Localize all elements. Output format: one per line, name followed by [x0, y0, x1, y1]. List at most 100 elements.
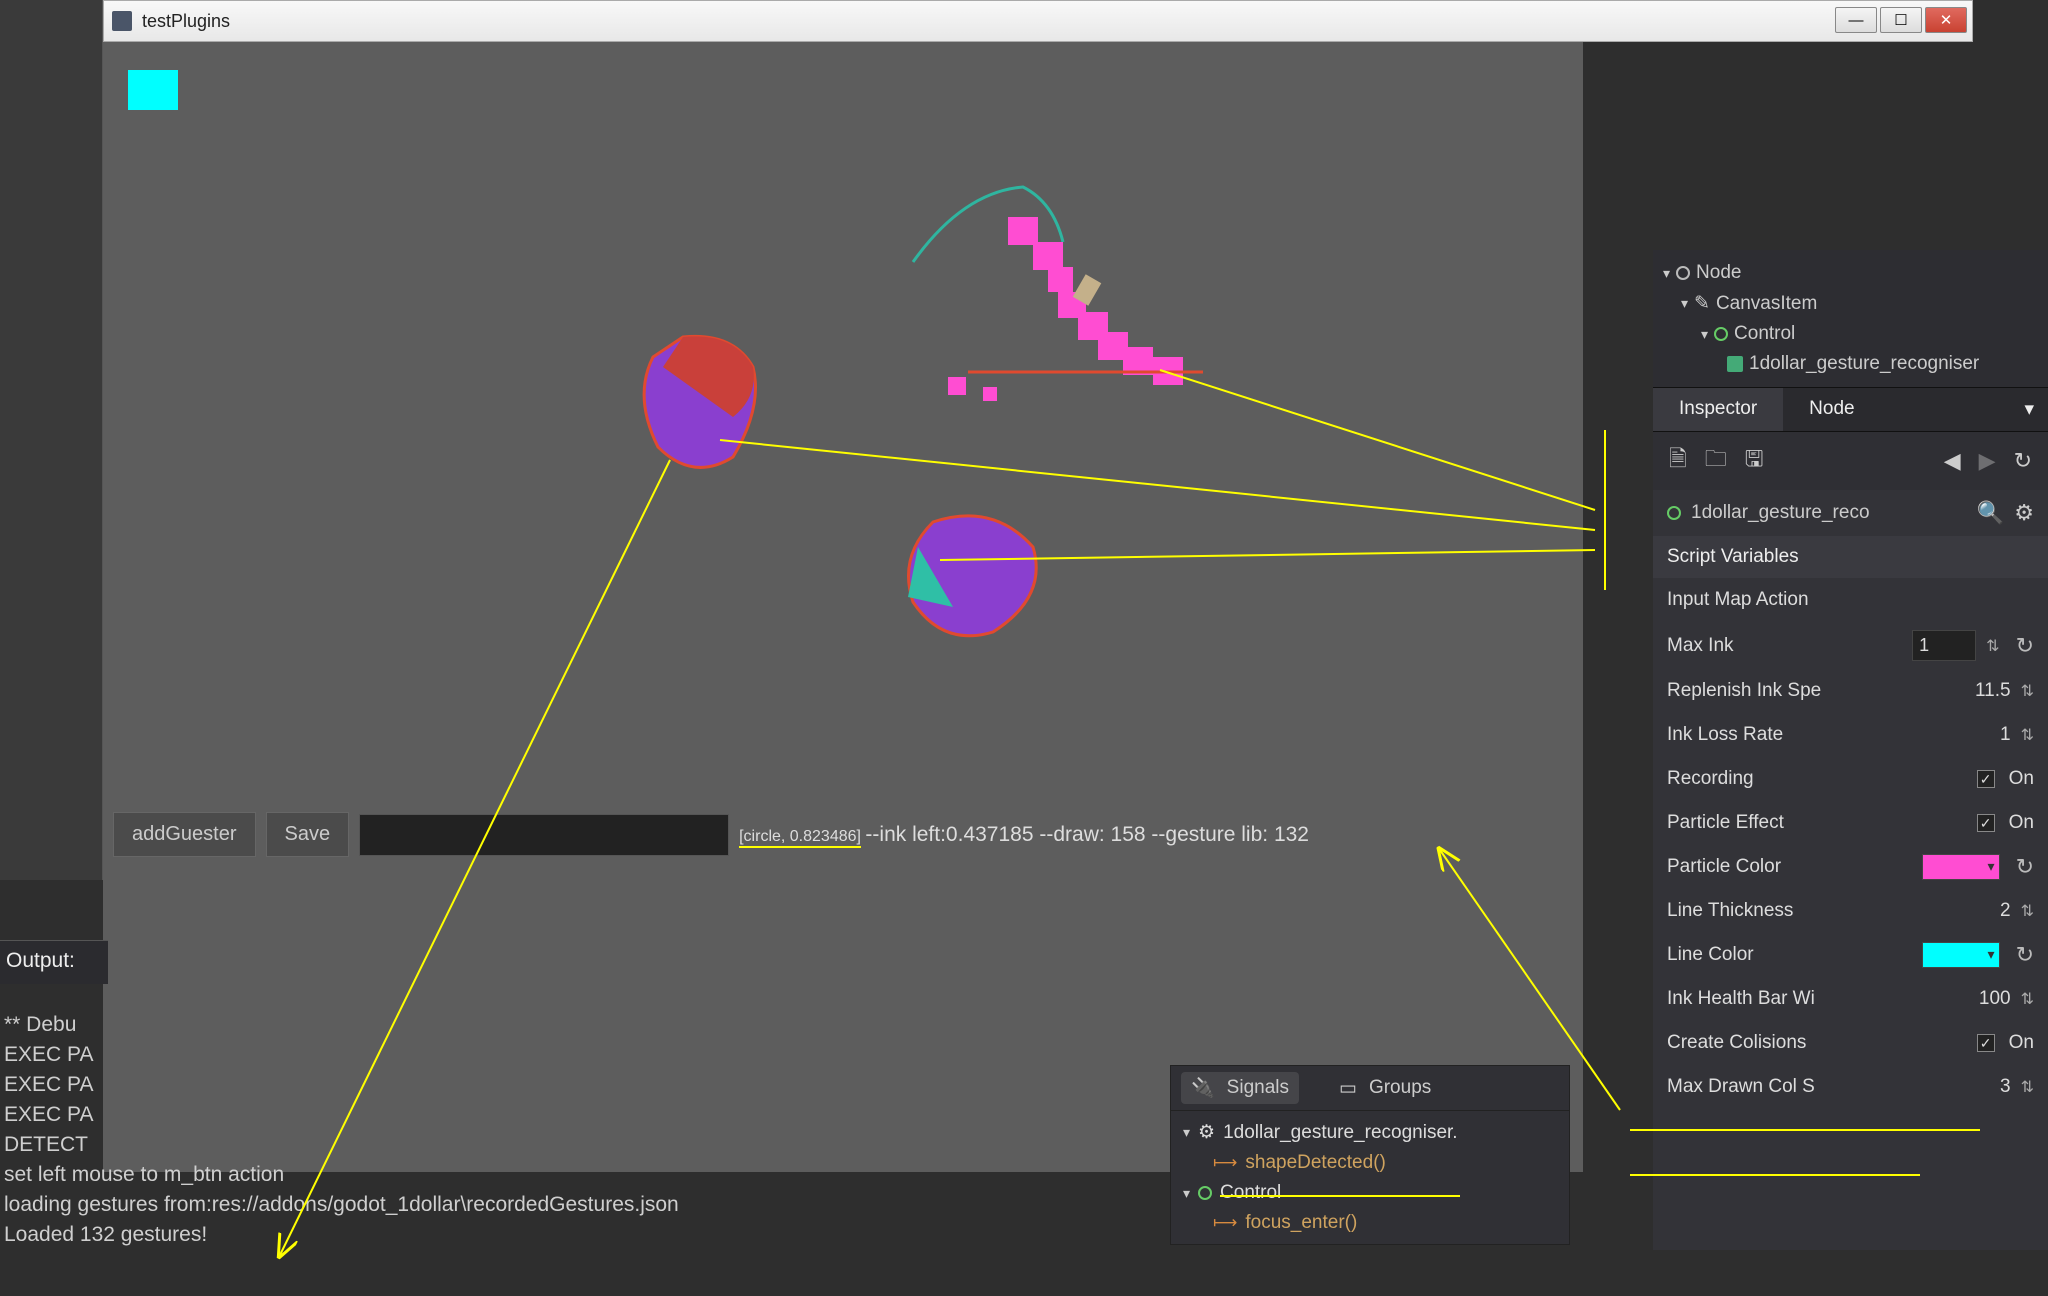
- prop-input-map[interactable]: Input Map Action: [1653, 578, 2048, 622]
- spinner-icon[interactable]: ⇅: [2021, 989, 2034, 1009]
- scene-tree[interactable]: ▾ Node ▾ CanvasItem ▾ Control 1dollar_ge…: [1653, 250, 2048, 387]
- tab-node[interactable]: Node: [1783, 388, 1880, 431]
- save-button[interactable]: Save: [266, 812, 350, 857]
- tab-signals[interactable]: 🔌 Signals: [1181, 1072, 1299, 1104]
- groups-icon: ▭: [1339, 1077, 1357, 1100]
- drawn-shape-1: [623, 327, 803, 507]
- prop-max-drawn[interactable]: Max Drawn Col S 3 ⇅: [1653, 1065, 2048, 1109]
- tab-groups[interactable]: ▭ Groups: [1329, 1073, 1441, 1104]
- expand-icon[interactable]: ▾: [1701, 326, 1708, 343]
- tree-canvasitem[interactable]: ▾ CanvasItem: [1659, 288, 2042, 319]
- prop-line-thickness[interactable]: Line Thickness 2 ⇅: [1653, 889, 2048, 933]
- reset-icon[interactable]: ↻: [2016, 942, 2034, 968]
- node-icon: [1676, 266, 1690, 280]
- reset-icon[interactable]: ↻: [2016, 633, 2034, 659]
- gesture-name-input[interactable]: [359, 814, 729, 856]
- spinner-icon[interactable]: ⇅: [2021, 725, 2034, 745]
- color-swatch[interactable]: [1922, 854, 2000, 880]
- checkbox-icon[interactable]: ✓: [1977, 770, 1995, 788]
- spinner-icon[interactable]: ⇅: [2021, 1077, 2034, 1097]
- log-line: Loaded 132 gestures!: [4, 1220, 900, 1250]
- inspector-tabs: Inspector Node ▾: [1653, 387, 2048, 432]
- tree-control[interactable]: ▾ Control: [1659, 319, 2042, 349]
- log-line: set left mouse to m_btn action: [4, 1160, 900, 1190]
- signals-tabs: 🔌 Signals ▭ Groups: [1171, 1066, 1569, 1111]
- expand-icon[interactable]: ▾: [1183, 1185, 1190, 1202]
- prop-replenish[interactable]: Replenish Ink Spe 11.5 ⇅: [1653, 669, 2048, 713]
- prop-particle-effect[interactable]: Particle Effect ✓ On: [1653, 801, 2048, 845]
- plug-icon: 🔌: [1191, 1076, 1215, 1100]
- checkbox-icon[interactable]: ✓: [1977, 814, 1995, 832]
- prop-recording[interactable]: Recording ✓ On: [1653, 757, 2048, 801]
- back-icon[interactable]: ◀: [1944, 448, 1961, 474]
- signals-panel: 🔌 Signals ▭ Groups ▾ ⚙ 1dollar_gesture_r…: [1170, 1065, 1570, 1245]
- prop-create-collisions[interactable]: Create Colisions ✓ On: [1653, 1021, 2048, 1065]
- log-line: loading gestures from:res://addons/godot…: [4, 1190, 900, 1220]
- spinner-icon[interactable]: ⇅: [2021, 901, 2034, 921]
- open-icon[interactable]: 🗀: [1705, 442, 1727, 480]
- expand-icon[interactable]: ▾: [1681, 295, 1688, 312]
- prop-particle-color[interactable]: Particle Color ↻: [1653, 845, 2048, 889]
- section-script-vars: Script Variables: [1653, 536, 2048, 578]
- signals-tree[interactable]: ▾ ⚙ 1dollar_gesture_recogniser. ⟼ shapeD…: [1171, 1111, 1569, 1244]
- signal-node-row[interactable]: ▾ Control: [1183, 1178, 1557, 1208]
- window-title: testPlugins: [142, 11, 230, 32]
- game-viewport[interactable]: addGuester Save [circle, 0.823486] --ink…: [103, 42, 1583, 1172]
- status-rest: --ink left:0.437185 --draw: 158 --gestur…: [865, 823, 1309, 846]
- output-header[interactable]: Output:: [0, 940, 108, 984]
- reset-icon[interactable]: ↻: [2016, 854, 2034, 880]
- window-titlebar[interactable]: testPlugins — ☐ ✕: [103, 0, 1973, 42]
- tab-inspector[interactable]: Inspector: [1653, 388, 1783, 431]
- new-icon[interactable]: 🗎: [1669, 442, 1687, 480]
- signal-icon: ⟼: [1213, 1153, 1237, 1173]
- spinner-icon[interactable]: ⇅: [1986, 636, 1999, 656]
- status-text: [circle, 0.823486] --ink left:0.437185 -…: [739, 823, 1309, 847]
- signal-row[interactable]: ⟼ focus_enter(): [1183, 1208, 1557, 1238]
- add-gesture-button[interactable]: addGuester: [113, 812, 256, 857]
- minimize-button[interactable]: —: [1835, 7, 1877, 33]
- log-line: ** Debu: [4, 1010, 900, 1040]
- prop-line-color[interactable]: Line Color ↻: [1653, 933, 2048, 977]
- app-icon: [112, 11, 132, 31]
- window-controls: — ☐ ✕: [1835, 7, 1967, 33]
- search-icon[interactable]: 🔍: [1977, 500, 2004, 526]
- history-icon[interactable]: ↻: [2014, 448, 2032, 474]
- maximize-button[interactable]: ☐: [1880, 7, 1922, 33]
- max-ink-input[interactable]: [1912, 630, 1976, 661]
- log-line: EXEC PA: [4, 1040, 900, 1070]
- selected-node-row: 1dollar_gesture_reco 🔍 ⚙: [1653, 490, 2048, 536]
- canvasitem-icon: [1694, 292, 1710, 315]
- selected-node-name: 1dollar_gesture_reco: [1691, 502, 1967, 524]
- color-swatch[interactable]: [1922, 942, 2000, 968]
- expand-icon[interactable]: ▾: [1663, 265, 1670, 282]
- gear-icon[interactable]: ⚙: [2014, 500, 2034, 526]
- tree-node-root[interactable]: ▾ Node: [1659, 258, 2042, 288]
- expand-icon[interactable]: ▾: [1183, 1124, 1190, 1141]
- control-icon: [1714, 327, 1728, 341]
- gear-icon: ⚙: [1198, 1121, 1215, 1144]
- prop-max-ink[interactable]: Max Ink ⇅ ↻: [1653, 622, 2048, 669]
- inspector-panel: ▾ Node ▾ CanvasItem ▾ Control 1dollar_ge…: [1653, 250, 2048, 1250]
- control-icon: [1667, 506, 1681, 520]
- viewport-status-bar: addGuester Save [circle, 0.823486] --ink…: [113, 812, 1309, 857]
- inspector-toolbar: 🗎 🗀 🖫 ◀ ▶ ↻: [1653, 432, 2048, 490]
- particle-trail: [863, 162, 1223, 422]
- signal-icon: ⟼: [1213, 1213, 1237, 1233]
- signal-row[interactable]: ⟼ shapeDetected(): [1183, 1148, 1557, 1178]
- log-line: DETECT: [4, 1130, 900, 1160]
- tree-recogniser[interactable]: 1dollar_gesture_recogniser: [1659, 349, 2042, 379]
- forward-icon[interactable]: ▶: [1979, 448, 1996, 474]
- tab-overflow-icon[interactable]: ▾: [2010, 388, 2048, 431]
- signal-node-row[interactable]: ▾ ⚙ 1dollar_gesture_recogniser.: [1183, 1117, 1557, 1148]
- output-log: ** Debu EXEC PA EXEC PA EXEC PA DETECT s…: [0, 1010, 900, 1250]
- log-line: EXEC PA: [4, 1100, 900, 1130]
- prop-ink-bar[interactable]: Ink Health Bar Wi 100 ⇅: [1653, 977, 2048, 1021]
- prop-ink-loss[interactable]: Ink Loss Rate 1 ⇅: [1653, 713, 2048, 757]
- close-button[interactable]: ✕: [1925, 7, 1967, 33]
- drawn-shape-2: [893, 507, 1073, 657]
- editor-left-strip: [0, 0, 103, 880]
- gesture-result: [circle, 0.823486]: [739, 828, 861, 848]
- spinner-icon[interactable]: ⇅: [2021, 681, 2034, 701]
- checkbox-icon[interactable]: ✓: [1977, 1034, 1995, 1052]
- save-icon[interactable]: 🖫: [1745, 442, 1764, 480]
